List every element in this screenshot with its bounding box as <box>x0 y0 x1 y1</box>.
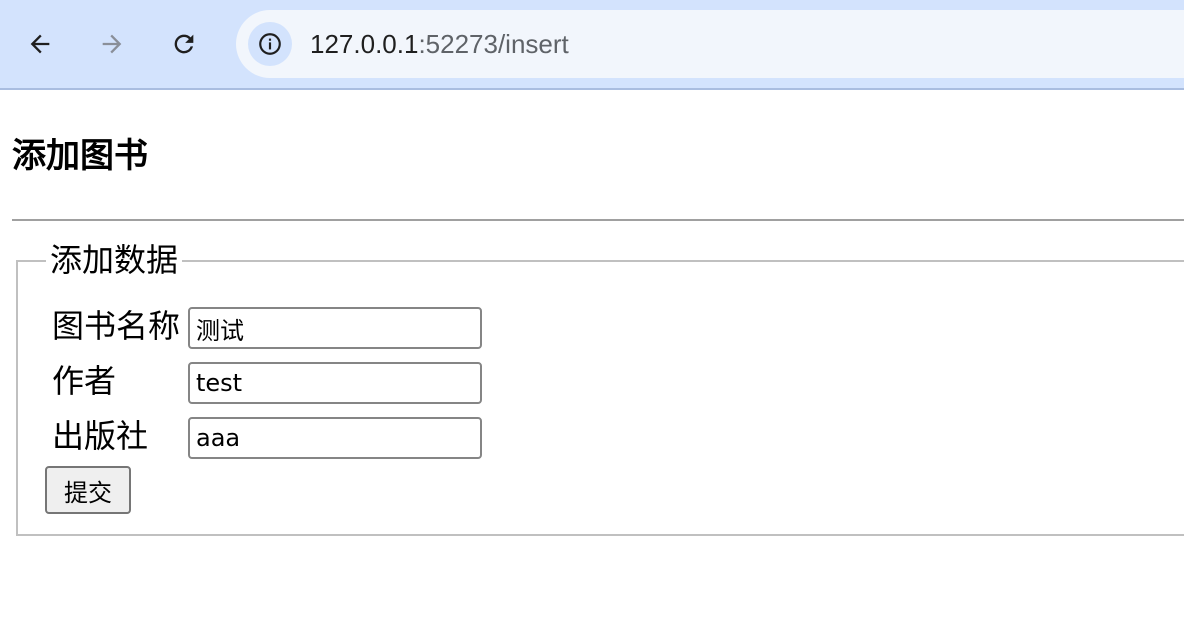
url-text[interactable]: 127.0.0.1:52273/insert <box>310 27 569 61</box>
arrow-right-icon <box>102 34 122 54</box>
author-label: 作者 <box>52 362 117 400</box>
form-fieldset: 添加数据 图书名称 作者 出版社 提交 <box>16 240 1184 536</box>
divider <box>12 219 1184 221</box>
arrow-left-icon <box>30 34 50 54</box>
fieldset-legend: 添加数据 <box>46 240 183 280</box>
url-host: 127.0.0.1 <box>310 29 419 59</box>
browser-toolbar: 127.0.0.1:52273/insert <box>0 0 1184 90</box>
back-button[interactable] <box>18 22 62 66</box>
page-title: 添加图书 <box>12 136 148 176</box>
publisher-label: 出版社 <box>52 417 149 455</box>
address-bar[interactable]: 127.0.0.1:52273/insert <box>236 10 1184 78</box>
info-icon <box>259 33 281 55</box>
reload-icon <box>174 34 194 54</box>
publisher-input[interactable] <box>188 417 482 459</box>
site-info-button[interactable] <box>248 22 292 66</box>
page-content: 添加图书 添加数据 图书名称 作者 出版社 提交 <box>0 92 1184 632</box>
forward-button[interactable] <box>90 22 134 66</box>
submit-button[interactable]: 提交 <box>45 466 131 514</box>
url-path: :52273/insert <box>418 29 569 59</box>
book-name-label: 图书名称 <box>52 307 181 345</box>
reload-button[interactable] <box>162 22 206 66</box>
author-input[interactable] <box>188 362 482 404</box>
book-name-input[interactable] <box>188 307 482 349</box>
